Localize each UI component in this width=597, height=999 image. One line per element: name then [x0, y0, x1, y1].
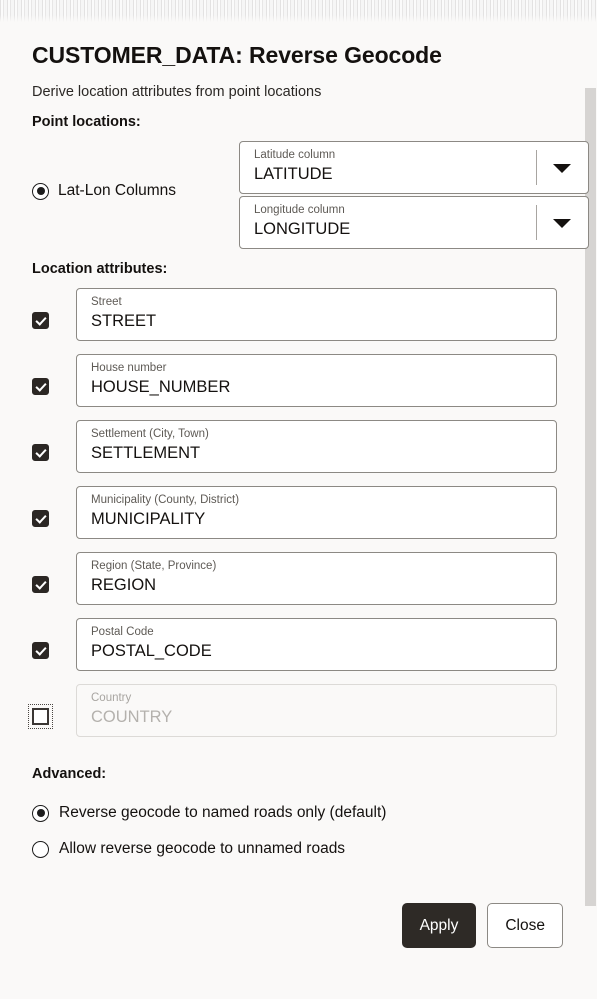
window-texture-band	[0, 0, 597, 22]
radio-named-roads-only-indicator[interactable]	[32, 804, 49, 822]
page-title: CUSTOMER_DATA: Reverse Geocode	[32, 42, 442, 68]
field-postal-code[interactable]: Postal Code POSTAL_CODE	[76, 618, 557, 671]
field-settlement[interactable]: Settlement (City, Town) SETTLEMENT	[76, 420, 557, 473]
checkbox-street[interactable]	[32, 312, 49, 329]
checkbox-region[interactable]	[32, 576, 49, 593]
field-settlement-value: SETTLEMENT	[91, 444, 201, 462]
location-attributes-section-label: Location attributes:	[32, 261, 168, 277]
field-region-value: REGION	[91, 576, 157, 594]
longitude-column-dropdown[interactable]: Longitude column LONGITUDE	[239, 196, 589, 249]
latitude-column-dropdown[interactable]: Latitude column LATITUDE	[239, 141, 589, 194]
radio-latlon-columns[interactable]: Lat-Lon Columns	[32, 182, 176, 200]
radio-latlon-columns-indicator[interactable]	[32, 182, 49, 200]
field-house-number-value: HOUSE_NUMBER	[91, 378, 231, 396]
checkbox-municipality[interactable]	[32, 510, 49, 527]
location-attributes-list: Street STREET House number HOUSE_NUMBER …	[28, 288, 584, 750]
field-street-caption: Street	[91, 296, 122, 308]
checkbox-country[interactable]	[28, 704, 53, 729]
field-street[interactable]: Street STREET	[76, 288, 557, 341]
field-country-caption: Country	[91, 692, 132, 704]
field-region[interactable]: Region (State, Province) REGION	[76, 552, 557, 605]
latitude-column-caption: Latitude column	[254, 149, 336, 161]
field-municipality-value: MUNICIPALITY	[91, 510, 206, 528]
attribute-row-house-number: House number HOUSE_NUMBER	[32, 354, 584, 420]
field-street-value: STREET	[91, 312, 157, 330]
field-settlement-caption: Settlement (City, Town)	[91, 428, 209, 440]
latitude-column-value: LATITUDE	[254, 165, 333, 183]
field-house-number[interactable]: House number HOUSE_NUMBER	[76, 354, 557, 407]
point-locations-row: Lat-Lon Columns Latitude column LATITUDE…	[32, 141, 589, 249]
radio-allow-unnamed-roads-label: Allow reverse geocode to unnamed roads	[59, 840, 346, 857]
field-house-number-caption: House number	[91, 362, 167, 374]
chevron-down-icon[interactable]	[553, 218, 571, 228]
latlon-dropdown-stack: Latitude column LATITUDE Longitude colum…	[239, 141, 589, 249]
chevron-down-icon[interactable]	[553, 163, 571, 173]
radio-named-roads-only-label: Reverse geocode to named roads only (def…	[59, 804, 387, 821]
point-locations-section-label: Point locations:	[32, 114, 141, 130]
checkbox-house-number[interactable]	[32, 378, 49, 395]
field-region-caption: Region (State, Province)	[91, 560, 217, 572]
field-postal-code-caption: Postal Code	[91, 626, 154, 638]
radio-named-roads-only[interactable]: Reverse geocode to named roads only (def…	[32, 800, 584, 826]
advanced-section-label: Advanced:	[32, 766, 107, 782]
longitude-column-value: LONGITUDE	[254, 220, 351, 238]
attribute-row-country: Country COUNTRY	[28, 684, 584, 750]
close-button[interactable]: Close	[487, 903, 563, 948]
attribute-row-postal-code: Postal Code POSTAL_CODE	[32, 618, 584, 684]
radio-latlon-columns-label: Lat-Lon Columns	[58, 182, 177, 199]
checkbox-postal-code[interactable]	[32, 642, 49, 659]
radio-allow-unnamed-roads-indicator[interactable]	[32, 840, 49, 858]
dialog-content: CUSTOMER_DATA: Reverse Geocode Derive lo…	[0, 22, 589, 999]
field-country: Country COUNTRY	[76, 684, 557, 737]
latitude-dropdown-divider	[536, 150, 537, 185]
attribute-row-street: Street STREET	[32, 288, 584, 354]
footer-actions: Apply Close	[401, 903, 563, 948]
radio-allow-unnamed-roads[interactable]: Allow reverse geocode to unnamed roads	[32, 836, 584, 862]
field-postal-code-value: POSTAL_CODE	[91, 642, 212, 660]
field-municipality-caption: Municipality (County, District)	[91, 494, 240, 506]
longitude-dropdown-divider	[536, 205, 537, 240]
advanced-options-group: Reverse geocode to named roads only (def…	[32, 800, 584, 862]
field-country-value: COUNTRY	[91, 708, 173, 726]
apply-button[interactable]: Apply	[401, 903, 477, 948]
attribute-row-municipality: Municipality (County, District) MUNICIPA…	[32, 486, 584, 552]
attribute-row-region: Region (State, Province) REGION	[32, 552, 584, 618]
longitude-column-caption: Longitude column	[254, 204, 345, 216]
field-municipality[interactable]: Municipality (County, District) MUNICIPA…	[76, 486, 557, 539]
page-subtitle: Derive location attributes from point lo…	[32, 84, 322, 100]
checkbox-settlement[interactable]	[32, 444, 49, 461]
attribute-row-settlement: Settlement (City, Town) SETTLEMENT	[32, 420, 584, 486]
